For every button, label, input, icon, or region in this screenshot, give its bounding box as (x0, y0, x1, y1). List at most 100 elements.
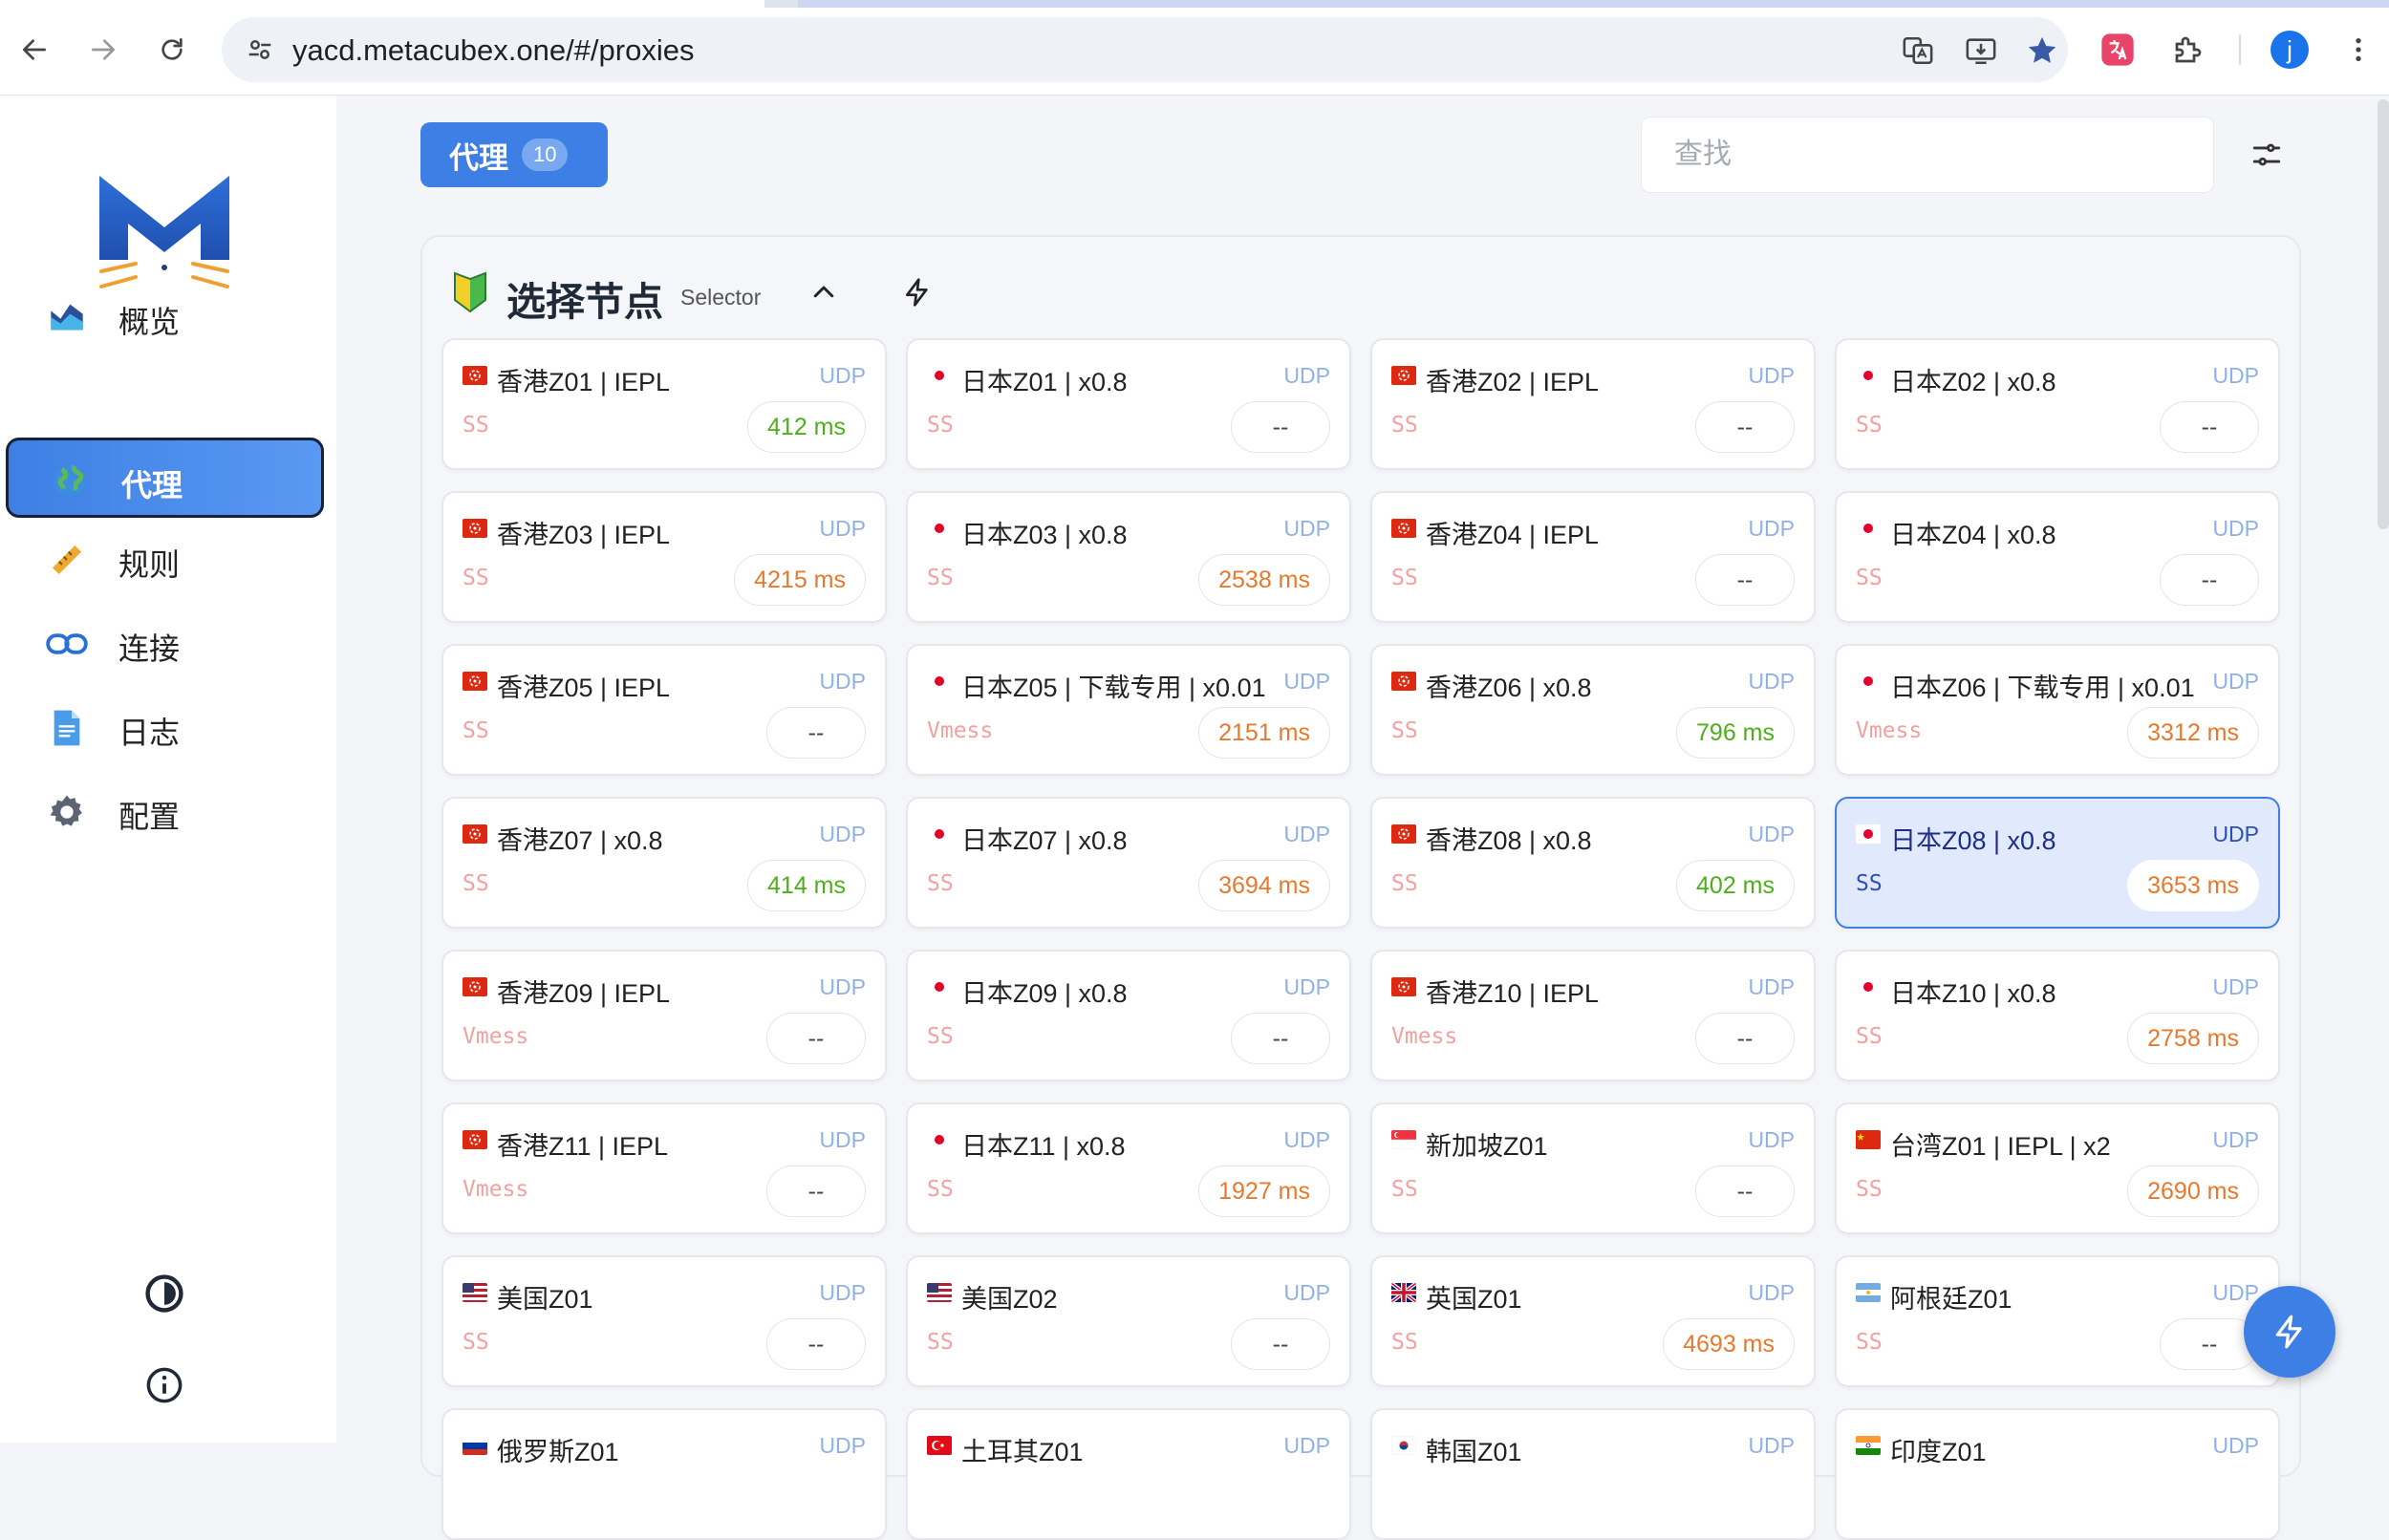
proxy-card[interactable]: 台湾Z01 | IEPL | x2 UDP SS 2690 ms (1835, 1102, 2280, 1234)
proxy-card[interactable]: 日本Z11 | x0.8 UDP SS 1927 ms (906, 1102, 1351, 1234)
proxy-card[interactable]: 香港Z06 | x0.8 UDP SS 796 ms (1370, 644, 1816, 776)
proxy-protocol: SS (1856, 1177, 1883, 1202)
latency-button[interactable]: -- (1695, 1013, 1795, 1064)
proxy-card[interactable]: 香港Z09 | IEPL UDP Vmess -- (441, 950, 887, 1081)
proxy-card[interactable]: 香港Z02 | IEPL UDP SS -- (1370, 338, 1816, 470)
search-input[interactable] (1642, 118, 2213, 192)
latency-button[interactable]: -- (1695, 401, 1795, 453)
proxy-name: 俄罗斯Z01 (497, 1438, 619, 1466)
proxy-card[interactable]: 香港Z08 | x0.8 UDP SS 402 ms (1370, 797, 1816, 929)
latency-test-button[interactable] (898, 273, 936, 311)
latency-button[interactable]: -- (766, 707, 866, 759)
proxy-card[interactable]: 美国Z01 UDP SS -- (441, 1255, 887, 1387)
tab-other[interactable] (798, 0, 2389, 8)
latency-button[interactable]: -- (1695, 554, 1795, 606)
nav-overview[interactable]: 概览 (6, 277, 324, 357)
url-text[interactable]: yacd.metacubex.one/#/proxies (292, 33, 694, 68)
latency-button[interactable]: 796 ms (1676, 707, 1795, 759)
proxy-card[interactable]: 香港Z01 | IEPL UDP SS 412 ms (441, 338, 887, 470)
proxy-name: 香港Z08 | x0.8 (1426, 826, 1592, 855)
document-icon (46, 707, 88, 749)
latency-button[interactable]: 4693 ms (1663, 1318, 1795, 1370)
proxy-card[interactable]: 日本Z01 | x0.8 UDP SS -- (906, 338, 1351, 470)
latency-button[interactable]: 2758 ms (2127, 1013, 2259, 1064)
latency-button[interactable]: -- (766, 1166, 866, 1217)
proxy-card[interactable]: 日本Z10 | x0.8 UDP SS 2758 ms (1835, 950, 2280, 1081)
proxy-card[interactable]: 日本Z04 | x0.8 UDP SS -- (1835, 491, 2280, 623)
scrollbar[interactable] (2378, 99, 2389, 529)
tab-proxies[interactable]: 代理 10 (420, 122, 608, 187)
latency-button[interactable]: 2690 ms (2127, 1166, 2259, 1217)
proxy-card[interactable]: 日本Z08 | x0.8 UDP SS 3653 ms (1835, 797, 2280, 929)
nav-config-label: 配置 (118, 800, 181, 834)
nav-logs[interactable]: 日志 (6, 688, 324, 768)
latency-button[interactable]: 4215 ms (734, 554, 866, 606)
proxy-card[interactable]: 印度Z01 UDP (1835, 1408, 2280, 1540)
proxy-card[interactable]: 日本Z05 | 下载专用 | x0.01 UDP Vmess 2151 ms (906, 644, 1351, 776)
proxy-card[interactable]: 日本Z02 | x0.8 UDP SS -- (1835, 338, 2280, 470)
extensions-button[interactable] (2165, 27, 2211, 73)
extension-translate-button[interactable] (2095, 27, 2141, 73)
udp-badge: UDP (1283, 822, 1330, 846)
proxy-card[interactable]: 阿根廷Z01 UDP SS -- (1835, 1255, 2280, 1387)
latency-button[interactable]: 402 ms (1676, 860, 1795, 911)
nav-proxies-active[interactable]: 代理 (6, 438, 324, 518)
latency-button[interactable]: 3312 ms (2127, 707, 2259, 759)
theme-toggle-button[interactable] (141, 1271, 187, 1316)
forward-button[interactable] (78, 25, 128, 75)
latency-button[interactable]: 3694 ms (1198, 860, 1330, 911)
proxy-card[interactable]: 香港Z11 | IEPL UDP Vmess -- (441, 1102, 887, 1234)
latency-button[interactable]: 2538 ms (1198, 554, 1330, 606)
collapse-group-button[interactable] (805, 273, 843, 311)
about-button[interactable] (141, 1362, 187, 1408)
proxy-card[interactable]: 香港Z03 | IEPL UDP SS 4215 ms (441, 491, 887, 623)
proxy-card[interactable]: 日本Z09 | x0.8 UDP SS -- (906, 950, 1351, 1081)
latency-button[interactable]: -- (766, 1318, 866, 1370)
tab-active[interactable] (0, 0, 764, 8)
nav-connections[interactable]: 连接 (6, 604, 324, 684)
latency-button[interactable]: -- (1231, 1318, 1330, 1370)
proxy-card[interactable]: 美国Z02 UDP SS -- (906, 1255, 1351, 1387)
site-info-button[interactable] (241, 31, 279, 69)
latency-button[interactable]: 3653 ms (2127, 860, 2259, 911)
bookmark-button[interactable] (2022, 31, 2062, 71)
browser-menu-button[interactable] (2335, 27, 2381, 73)
install-app-button[interactable] (1961, 31, 2001, 71)
back-button[interactable] (10, 25, 59, 75)
proxy-settings-button[interactable] (2248, 136, 2286, 174)
latency-button[interactable]: 2151 ms (1198, 707, 1330, 759)
nav-config[interactable]: 配置 (6, 772, 324, 852)
latency-button[interactable]: 414 ms (747, 860, 866, 911)
latency-button[interactable]: -- (1231, 401, 1330, 453)
latency-button[interactable]: 412 ms (747, 401, 866, 453)
proxy-card[interactable]: 日本Z03 | x0.8 UDP SS 2538 ms (906, 491, 1351, 623)
proxy-card[interactable]: 香港Z05 | IEPL UDP SS -- (441, 644, 887, 776)
proxy-card[interactable]: 土耳其Z01 UDP (906, 1408, 1351, 1540)
proxy-card[interactable]: 俄罗斯Z01 UDP (441, 1408, 887, 1540)
proxy-name: 日本Z11 | x0.8 (961, 1132, 1126, 1161)
latency-button[interactable]: -- (1231, 1013, 1330, 1064)
lightning-icon (906, 278, 928, 307)
proxy-card[interactable]: 新加坡Z01 UDP SS -- (1370, 1102, 1816, 1234)
nav-rules[interactable]: 规则 (6, 520, 324, 600)
proxy-card[interactable]: 香港Z07 | x0.8 UDP SS 414 ms (441, 797, 887, 929)
latency-button[interactable]: -- (766, 1013, 866, 1064)
latency-button[interactable]: -- (2160, 554, 2259, 606)
nav-logs-label: 日志 (118, 716, 181, 750)
latency-button[interactable]: -- (1695, 1166, 1795, 1217)
test-all-latency-button[interactable] (2244, 1286, 2335, 1378)
proxy-card[interactable]: 日本Z06 | 下载专用 | x0.01 UDP Vmess 3312 ms (1835, 644, 2280, 776)
proxy-protocol: SS (927, 871, 954, 896)
star-icon (2028, 36, 2056, 63)
latency-button[interactable]: -- (2160, 401, 2259, 453)
reload-button[interactable] (147, 25, 197, 75)
proxy-card[interactable]: 日本Z07 | x0.8 UDP SS 3694 ms (906, 797, 1351, 929)
address-bar[interactable]: yacd.metacubex.one/#/proxies (222, 17, 2068, 82)
proxy-card[interactable]: 香港Z10 | IEPL UDP Vmess -- (1370, 950, 1816, 1081)
translate-button[interactable] (1898, 31, 1938, 71)
proxy-card[interactable]: 英国Z01 UDP SS 4693 ms (1370, 1255, 1816, 1387)
profile-avatar[interactable]: j (2271, 31, 2309, 69)
proxy-card[interactable]: 韩国Z01 UDP (1370, 1408, 1816, 1540)
proxy-card[interactable]: 香港Z04 | IEPL UDP SS -- (1370, 491, 1816, 623)
latency-button[interactable]: 1927 ms (1198, 1166, 1330, 1217)
